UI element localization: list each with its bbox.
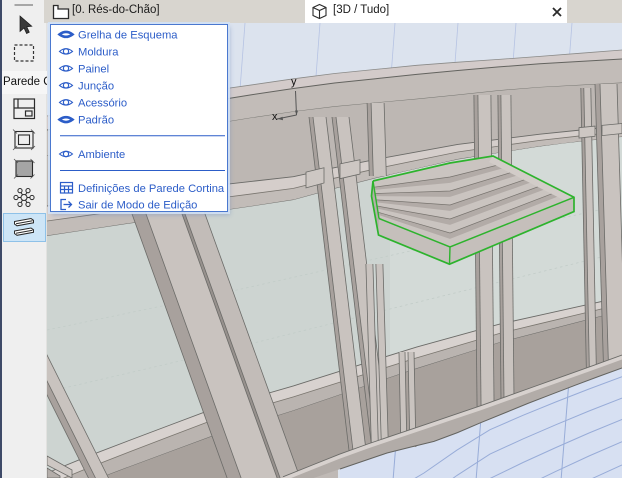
svg-text:y: y (291, 76, 297, 88)
svg-text:x: x (272, 111, 278, 123)
